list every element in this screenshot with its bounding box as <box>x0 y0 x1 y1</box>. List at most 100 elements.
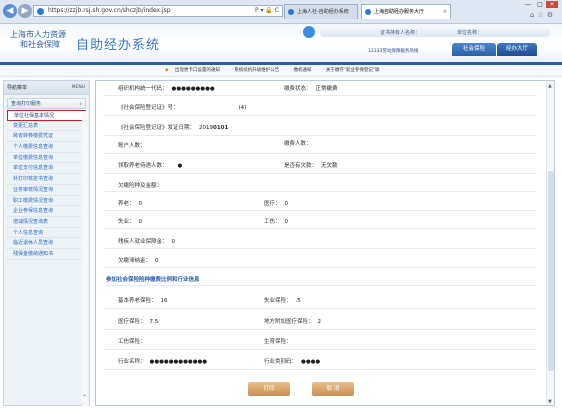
divider <box>104 135 536 136</box>
divider <box>104 369 536 370</box>
sidebar-group-label: 查询打印服务 <box>11 101 42 107</box>
injury-label: 工伤： <box>264 219 281 225</box>
divider <box>104 191 536 192</box>
org-code-label: 组织机构统一代码： <box>118 86 168 92</box>
sidebar-item[interactable]: 残保金缴纳通知书 <box>7 249 86 260</box>
divider <box>104 267 536 268</box>
address-controls[interactable]: P ▾ 🔒 C <box>255 6 279 16</box>
maternity-label: 生育保险： <box>264 339 292 345</box>
ie-icon <box>37 8 44 15</box>
local-medical-label: 地方附加医疗保险： <box>264 319 314 325</box>
sidebar-item[interactable]: 变更汇总表 <box>7 121 86 132</box>
sidebar-item[interactable]: 个人信息查询 <box>7 228 86 239</box>
notice-item[interactable]: ◆ 出现更卡口设置的通知 <box>165 68 225 73</box>
sidebar-scrollbar[interactable]: ⌄ <box>82 111 88 406</box>
injury-ins-field: 工伤保险： <box>118 337 146 345</box>
pension-people-field: 领取养老待遇人数： ● <box>118 161 182 169</box>
industry-name-field: 行业名称： ●●●●●●●●●●●● <box>118 357 207 365</box>
chevron-down-icon[interactable]: ⌄ <box>82 391 87 398</box>
sidebar-item[interactable]: 企业参保信息查询 <box>7 206 86 217</box>
address-bar[interactable]: https://zzjb.rsj.sh.gov.cn/shczjb/index.… <box>33 5 283 17</box>
divider <box>104 308 536 309</box>
chevron-down-icon[interactable]: ▼ <box>548 399 552 405</box>
notice-item[interactable]: · 系统续机升级维护公告 <box>231 68 284 73</box>
basic-pension-value: 16 <box>160 298 168 304</box>
medical-label: 医疗： <box>264 201 281 207</box>
cert-date-masked: 0101 <box>213 125 229 131</box>
user-info-bar <box>320 28 550 37</box>
cert-holder-label: 证书持有人名称： <box>380 30 421 36</box>
close-window-button[interactable]: ✕ <box>546 1 558 8</box>
cert-date-value: 2019 <box>199 125 214 131</box>
industry-name-label: 行业名称： <box>118 359 146 365</box>
sidebar-item-unit-basic[interactable]: 单位社保基本情况 <box>7 110 86 121</box>
hotline-text: 12333劳动保障服务热线 <box>368 49 419 54</box>
cancel-button[interactable]: 取 消 <box>312 382 354 396</box>
pay-status-field: 缴费状态： 正常缴费 <box>284 84 338 92</box>
medical-ins-field: 医疗保险： 7.5 <box>118 317 158 325</box>
unit-name-label: 单位名称： <box>457 30 483 36</box>
sidebar-item[interactable]: 个人缴费信息查询 <box>7 142 86 153</box>
basic-pension-field: 基本养老保险： 16 <box>118 296 168 304</box>
notice-item[interactable]: · 关于缴存"就业参保登记"联 <box>323 68 385 73</box>
unemploy-ins-value: .5 <box>295 298 301 304</box>
industry-name-value: ●●●●●●●●●●●● <box>149 359 208 365</box>
favorites-icon[interactable]: ☆ <box>537 11 546 19</box>
unemploy-value: 0 <box>138 219 143 225</box>
owe-value: 无欠款 <box>321 163 338 169</box>
local-medical-value: 2 <box>317 319 322 325</box>
injury-value: 0 <box>284 219 289 225</box>
cert-date-field: 《社会保险登记证》发证日期： 20190101 <box>118 123 228 131</box>
divider <box>104 210 536 211</box>
org-code-field: 组织机构统一代码： ●●●●●●●●● <box>118 84 215 92</box>
forward-icon[interactable]: ▶ <box>18 4 32 18</box>
maximize-button[interactable]: □ <box>534 1 546 8</box>
chevron-up-icon[interactable]: ▲ <box>548 83 552 89</box>
nav-social-insurance[interactable]: 社会保险 <box>452 43 496 56</box>
medical-ins-label: 医疗保险： <box>118 319 146 325</box>
contrib-people-field: 缴费人数： <box>284 139 312 147</box>
nav-service-hall[interactable]: 经办大厅 <box>497 43 537 56</box>
print-button[interactable]: 打印 <box>248 382 290 396</box>
industry-cat-label: 行业类别码： <box>264 359 298 365</box>
system-title: 自助经办系统 <box>76 38 161 53</box>
scrollbar-thumb[interactable] <box>548 171 554 371</box>
sidebar-header: 导航菜单 MENU <box>4 81 89 95</box>
toolbar-icons: ⌂☆⚙ <box>530 11 556 19</box>
tab-hall[interactable]: 上海自助经办服务大厅 × <box>361 4 451 19</box>
back-icon[interactable]: ◀ <box>3 4 17 18</box>
minimize-button[interactable]: — <box>522 1 534 8</box>
sidebar-item[interactable]: 业务审核情况查询 <box>7 185 86 196</box>
gear-icon[interactable]: ⚙ <box>547 11 556 19</box>
maternity-field: 生育保险： <box>264 337 292 345</box>
rate-section-title: 参加社会保险险种缴费比例和行业信息 <box>106 277 200 283</box>
logo-line-1: 上海市人力资源 <box>10 30 66 39</box>
divider <box>104 285 536 286</box>
medical-field: 医疗： 0 <box>264 199 288 207</box>
tab-label: 上海自助经办服务大厅 <box>374 9 425 15</box>
sidebar-item[interactable]: 单位缴费信息查询 <box>7 153 86 164</box>
notice-item[interactable]: · 缴机通知 <box>291 68 317 73</box>
sidebar-item[interactable]: 职工缴费情况查询 <box>7 196 86 207</box>
disabled-label: 残疾人就业保障金： <box>118 239 168 245</box>
sidebar-list: 单位社保基本情况 变更汇总表 跨省转移缴费凭证 个人缴费信息查询 单位缴费信息查… <box>7 110 86 260</box>
unemploy-ins-field: 失业保险： .5 <box>264 296 301 304</box>
sidebar-item[interactable]: 单位支付信息查询 <box>7 163 86 175</box>
cert-no-label: 《社会保险登记证》号： <box>118 105 179 111</box>
pension-field: 养老： 0 <box>118 199 142 207</box>
owe-penalty-field: 欠缴滞纳金： 0 <box>118 256 159 264</box>
sidebar-item[interactable]: 增减情况查询表 <box>7 217 86 228</box>
sidebar-item[interactable]: 补打印核定书查询 <box>7 174 86 185</box>
tab-label: 上海人社-自助经办系统 <box>297 9 349 15</box>
tab-system[interactable]: 上海人社-自助经办系统 <box>284 4 358 19</box>
sidebar-group-query-print[interactable]: 查询打印服务 › <box>7 98 86 109</box>
cert-date-label: 《社会保险登记证》发证日期： <box>118 125 196 131</box>
main-scrollbar[interactable]: ▲ ▼ <box>546 81 554 405</box>
close-tab-icon[interactable]: × <box>443 5 447 19</box>
sidebar-item[interactable]: 临近退休人员查询 <box>7 238 86 249</box>
sidebar-item[interactable]: 跨省转移缴费凭证 <box>7 131 86 143</box>
account-field: 账户人数： <box>118 141 146 149</box>
divider <box>104 95 536 96</box>
nav-label: 社会保险 <box>462 46 485 52</box>
medical-ins-value: 7.5 <box>149 319 159 325</box>
